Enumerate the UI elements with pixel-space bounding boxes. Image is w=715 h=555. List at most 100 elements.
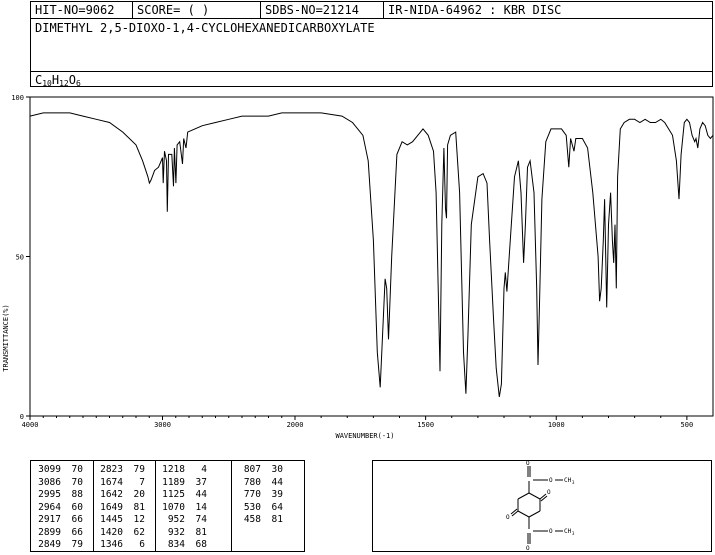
peak-column: 807 30 780 44 770 39 530 64 458 81 bbox=[231, 461, 304, 551]
structure-box: O O CH 3 O O O CH 3 O bbox=[372, 460, 712, 552]
peak-row: 2917 66 bbox=[35, 513, 83, 526]
peak-row: 932 81 bbox=[159, 526, 207, 539]
peak-wavenumber: 2849 bbox=[38, 539, 61, 550]
peak-row: 952 74 bbox=[159, 513, 207, 526]
y-axis-label: TRANSMITTANCE(%) bbox=[2, 304, 10, 371]
peak-transmittance: 60 bbox=[71, 501, 83, 513]
peak-row: 2823 79 bbox=[97, 463, 145, 476]
peak-row: 530 64 bbox=[235, 501, 283, 514]
x-tick-label: 4000 bbox=[22, 421, 39, 429]
peak-table: 3099 70 3086 70 2995 88 2964 60 2917 66 2899 66 2849… bbox=[30, 460, 305, 552]
peak-wavenumber: 1649 bbox=[100, 501, 123, 513]
peak-wavenumber: 2899 bbox=[38, 526, 61, 538]
peak-row: 1445 12 bbox=[97, 513, 145, 526]
peak-wavenumber: 1642 bbox=[100, 489, 123, 500]
formula-o: O bbox=[68, 73, 76, 87]
peak-row: 2849 79 bbox=[35, 538, 83, 551]
peak-row: 1125 44 bbox=[159, 488, 207, 501]
peak-wavenumber: 3086 bbox=[38, 476, 61, 488]
formula-h-count: 12 bbox=[59, 79, 69, 88]
peak-row: 1218 4 bbox=[159, 463, 207, 476]
ir-identifier: IR-NIDA-64962 : KBR DISC bbox=[388, 3, 562, 17]
peak-column-divider bbox=[93, 461, 94, 551]
atom-label: 3 bbox=[572, 480, 575, 485]
peak-transmittance: 88 bbox=[71, 489, 83, 500]
molecule-structure: O O CH 3 O O O CH 3 O bbox=[506, 460, 575, 552]
peak-transmittance: 12 bbox=[133, 514, 145, 525]
peak-wavenumber: 1125 bbox=[162, 489, 185, 500]
x-axis-label: WAVENUMBER(-1) bbox=[335, 432, 394, 440]
peak-row: 2995 88 bbox=[35, 488, 83, 501]
peak-transmittance: 6 bbox=[139, 539, 145, 550]
peak-transmittance: 20 bbox=[133, 489, 145, 500]
header-row: HIT-NO=9062 SCORE= ( ) SDBS-NO=21214 IR-… bbox=[31, 2, 712, 19]
chart-ticks: 4000 3000 2000 1500 1000 500 0 50 100 bbox=[11, 94, 693, 429]
x-tick-label: 1500 bbox=[417, 421, 434, 429]
peak-wavenumber: 1674 bbox=[100, 476, 123, 488]
peak-wavenumber: 1189 bbox=[162, 476, 185, 488]
peak-wavenumber: 3099 bbox=[38, 464, 61, 475]
hit-number: HIT-NO=9062 bbox=[35, 3, 115, 17]
sdbs-number: SDBS-NO=21214 bbox=[265, 3, 359, 17]
peak-row: 3099 70 bbox=[35, 463, 83, 476]
chart-series bbox=[29, 112, 714, 397]
peak-wavenumber: 2917 bbox=[38, 514, 61, 525]
peak-transmittance: 62 bbox=[133, 526, 145, 538]
peak-wavenumber: 952 bbox=[167, 514, 185, 525]
x-tick-label: 1000 bbox=[548, 421, 565, 429]
peak-wavenumber: 834 bbox=[167, 539, 185, 550]
peak-column: 3099 70 3086 70 2995 88 2964 60 2917 66 2899 66 2849… bbox=[31, 461, 93, 551]
peak-transmittance: 4 bbox=[201, 464, 207, 475]
formula-o-count: 6 bbox=[75, 79, 81, 88]
peak-transmittance: 39 bbox=[271, 489, 283, 500]
peak-row: 1346 6 bbox=[97, 538, 145, 551]
peak-row: 1674 7 bbox=[97, 476, 145, 489]
peak-transmittance: 37 bbox=[195, 476, 207, 488]
peak-row: 1070 14 bbox=[159, 501, 207, 514]
peak-transmittance: 81 bbox=[133, 501, 145, 513]
peak-row: 780 44 bbox=[235, 476, 283, 489]
peak-row: 1189 37 bbox=[159, 476, 207, 489]
peak-transmittance: 79 bbox=[133, 464, 145, 475]
spectrum-header: HIT-NO=9062 SCORE= ( ) SDBS-NO=21214 IR-… bbox=[30, 1, 713, 88]
ir-spectrum-chart: 4000 3000 2000 1500 1000 500 0 50 100 WAVENUMBER… bbox=[2, 94, 714, 440]
peak-transmittance: 66 bbox=[71, 526, 83, 538]
y-tick-label: 0 bbox=[20, 413, 24, 421]
peak-row: 1420 62 bbox=[97, 526, 145, 539]
peak-transmittance: 44 bbox=[271, 476, 283, 488]
atom-label: O bbox=[506, 514, 510, 521]
formula-divider bbox=[31, 71, 712, 72]
peak-transmittance: 66 bbox=[71, 514, 83, 525]
peak-row: 1649 81 bbox=[97, 501, 145, 514]
peak-transmittance: 79 bbox=[71, 539, 83, 550]
atom-label: O bbox=[549, 477, 553, 484]
peak-wavenumber: 458 bbox=[243, 514, 261, 525]
atom-label: O bbox=[526, 461, 530, 467]
atom-label: 3 bbox=[572, 531, 575, 536]
peak-wavenumber: 530 bbox=[243, 501, 261, 513]
chart-axes bbox=[29, 96, 714, 417]
x-tick-label: 2000 bbox=[287, 421, 304, 429]
peak-wavenumber: 2995 bbox=[38, 489, 61, 500]
peak-transmittance: 7 bbox=[139, 476, 145, 488]
molecule-bonds bbox=[510, 466, 563, 544]
peak-transmittance: 30 bbox=[271, 464, 283, 475]
peak-wavenumber: 770 bbox=[243, 489, 261, 500]
atom-label: O bbox=[547, 489, 551, 496]
score: SCORE= ( ) bbox=[137, 3, 210, 17]
peak-transmittance: 64 bbox=[271, 501, 283, 513]
peak-wavenumber: 807 bbox=[243, 464, 261, 475]
peak-wavenumber: 1445 bbox=[100, 514, 123, 525]
peak-row: 2899 66 bbox=[35, 526, 83, 539]
peak-transmittance: 44 bbox=[195, 489, 207, 500]
spectrum-line bbox=[29, 112, 714, 397]
peak-wavenumber: 1420 bbox=[100, 526, 123, 538]
peak-wavenumber: 1218 bbox=[162, 464, 185, 475]
peak-row: 807 30 bbox=[235, 463, 283, 476]
formula-c-count: 10 bbox=[42, 79, 52, 88]
peak-transmittance: 70 bbox=[71, 476, 83, 488]
peak-column-divider bbox=[231, 461, 232, 551]
peak-wavenumber: 2964 bbox=[38, 501, 61, 513]
peak-transmittance: 70 bbox=[71, 464, 83, 475]
compound-name: DIMETHYL 2,5-DIOXO-1,4-CYCLOHEXANEDICARB… bbox=[35, 21, 375, 35]
